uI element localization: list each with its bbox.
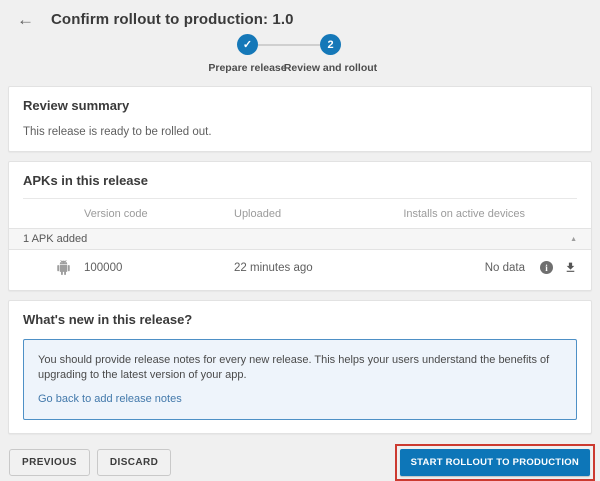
column-header-version-code: Version code bbox=[84, 208, 234, 220]
step-label: Review and rollout bbox=[284, 62, 377, 74]
page-title: Confirm rollout to production: 1.0 bbox=[51, 11, 294, 28]
step-complete-check-icon: ✓ bbox=[237, 34, 258, 55]
release-stepper: ✓ Prepare release 2 Review and rollout bbox=[0, 34, 589, 78]
page-header: ← Confirm rollout to production: 1.0 bbox=[0, 0, 600, 28]
info-icon[interactable]: i bbox=[540, 261, 553, 274]
previous-button[interactable]: PREVIOUS bbox=[9, 449, 90, 476]
apks-card: APKs in this release Version code Upload… bbox=[8, 161, 592, 291]
release-notes-notice-text: You should provide release notes for eve… bbox=[38, 353, 562, 383]
android-icon bbox=[23, 260, 84, 275]
release-notes-notice: You should provide release notes for eve… bbox=[23, 339, 577, 420]
download-apk-icon[interactable] bbox=[555, 261, 577, 274]
discard-button[interactable]: DISCARD bbox=[97, 449, 171, 476]
go-back-add-release-notes-link[interactable]: Go back to add release notes bbox=[38, 393, 182, 405]
review-summary-body: This release is ready to be rolled out. bbox=[23, 126, 577, 138]
footer-action-bar: PREVIOUS DISCARD START ROLLOUT TO PRODUC… bbox=[0, 444, 600, 481]
apks-card-title: APKs in this release bbox=[23, 173, 577, 188]
review-summary-card: Review summary This release is ready to … bbox=[8, 86, 592, 152]
collapse-caret-icon[interactable]: ▲ bbox=[570, 236, 577, 243]
apk-uploaded-time: 22 minutes ago bbox=[234, 262, 384, 274]
stepper-connector bbox=[258, 44, 320, 46]
apk-version-code: 100000 bbox=[84, 262, 234, 274]
step-prepare-release[interactable]: ✓ Prepare release bbox=[237, 34, 258, 55]
step-review-and-rollout[interactable]: 2 Review and rollout bbox=[320, 34, 341, 55]
start-rollout-to-production-button[interactable]: START ROLLOUT TO PRODUCTION bbox=[400, 449, 590, 476]
step-label: Prepare release bbox=[208, 62, 286, 74]
apk-group-row[interactable]: 1 APK added ▲ bbox=[9, 228, 591, 250]
annotation-highlight: START ROLLOUT TO PRODUCTION bbox=[395, 444, 595, 481]
review-summary-title: Review summary bbox=[23, 98, 577, 113]
back-arrow-icon[interactable]: ← bbox=[17, 11, 34, 28]
column-header-uploaded: Uploaded bbox=[234, 208, 384, 220]
confirm-rollout-page: ← Confirm rollout to production: 1.0 ✓ P… bbox=[0, 0, 600, 425]
whats-new-title: What's new in this release? bbox=[23, 312, 577, 327]
whats-new-card: What's new in this release? You should p… bbox=[8, 300, 592, 434]
column-header-installs: Installs on active devices bbox=[384, 208, 525, 220]
step-number-badge: 2 bbox=[320, 34, 341, 55]
apk-installs-value: No data bbox=[384, 262, 525, 274]
apk-table-row: 100000 22 minutes ago No data i bbox=[9, 250, 591, 277]
apk-table-header: Version code Uploaded Installs on active… bbox=[9, 199, 591, 228]
apk-group-label: 1 APK added bbox=[23, 233, 87, 245]
